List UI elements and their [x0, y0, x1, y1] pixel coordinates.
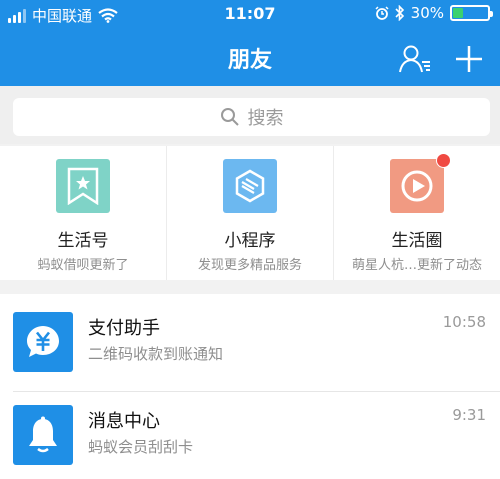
shortcut-life-account[interactable]: 生活号 蚂蚁借呗更新了: [0, 146, 166, 280]
yuan-bubble-icon: [13, 312, 73, 372]
shortcut-subtitle: 发现更多精品服务: [197, 258, 302, 273]
message-preview: 蚂蚁会员刮刮卡: [88, 438, 194, 456]
shortcut-subtitle: 萌星人杭…更新了动态: [351, 258, 482, 273]
plus-icon[interactable]: [452, 42, 486, 76]
alarm-icon: [375, 6, 389, 20]
shortcut-life-circle[interactable]: 生活圈 萌星人杭…更新了动态: [333, 146, 500, 280]
list-item-payment-assistant[interactable]: 支付助手 二维码收款到账通知 10:58: [0, 294, 500, 386]
search-placeholder: 搜索: [247, 108, 284, 129]
message-time: 10:58: [442, 313, 486, 331]
bluetooth-icon: [395, 5, 404, 21]
message-title: 消息中心: [88, 411, 160, 432]
shortcut-title: 生活号: [57, 231, 109, 251]
message-preview: 二维码收款到账通知: [88, 345, 224, 363]
shortcut-grid: 生活号 蚂蚁借呗更新了 小程序 发现更多精品服务 生活圈 萌星人杭…更新了动态: [0, 146, 500, 280]
message-title: 支付助手: [88, 318, 160, 339]
contacts-icon[interactable]: [398, 42, 432, 76]
search-section: 搜索: [0, 86, 500, 144]
status-bar: 中国联通 11:07 30%: [0, 0, 500, 30]
top-bar: 中国联通 11:07 30% 朋友: [0, 0, 500, 86]
bookmark-star-icon: [56, 159, 110, 213]
status-right: 30%: [375, 4, 493, 22]
list-item-message-center[interactable]: 消息中心 蚂蚁会员刮刮卡 9:31: [0, 387, 500, 479]
battery-icon: [450, 5, 493, 21]
mini-program-icon: [223, 159, 277, 213]
shortcut-subtitle: 蚂蚁借呗更新了: [37, 258, 129, 273]
bell-icon: [13, 405, 73, 465]
shortcut-title: 生活圈: [391, 231, 443, 251]
notification-dot: [436, 153, 451, 168]
shortcut-mini-program[interactable]: 小程序 发现更多精品服务: [166, 146, 333, 280]
battery-percent: 30%: [410, 4, 444, 22]
shortcut-title: 小程序: [224, 231, 276, 251]
search-icon: [220, 108, 239, 126]
search-input[interactable]: 搜索: [13, 98, 490, 136]
play-circle-icon: [390, 153, 451, 213]
message-time: 9:31: [452, 406, 486, 424]
